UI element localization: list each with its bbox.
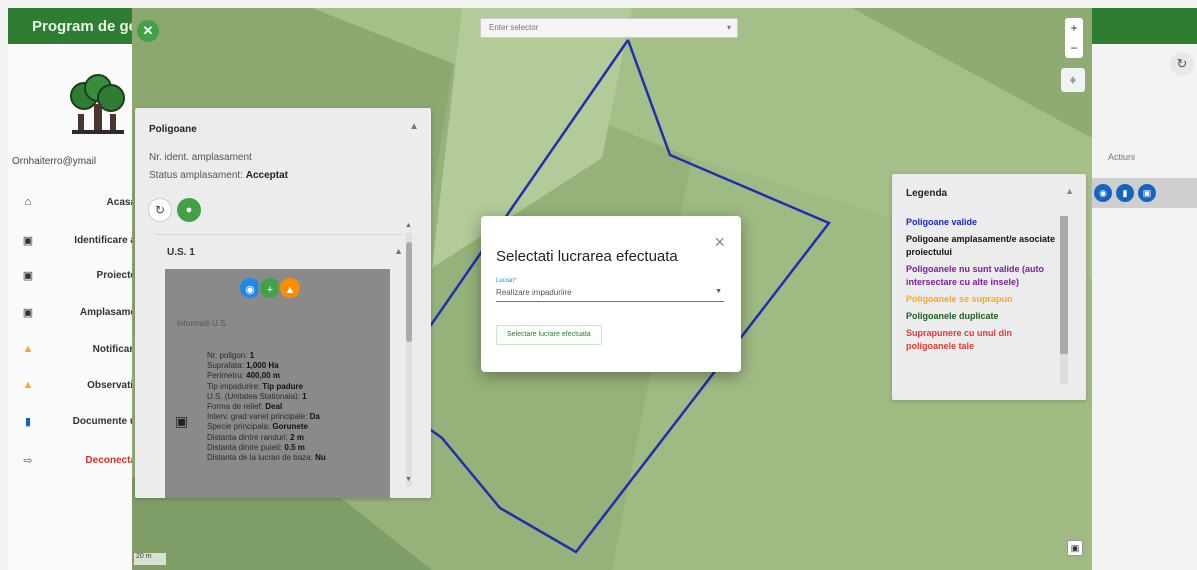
select-work-button[interactable]: Selectare lucrare efectuata — [496, 325, 602, 345]
close-icon[interactable]: × — [714, 232, 725, 253]
work-select-value: Realizare impaduriire — [496, 288, 572, 297]
dialog-title: Selectati lucrarea efectuata — [496, 248, 678, 265]
chevron-down-icon: ▼ — [715, 288, 722, 295]
work-field-label: Lucrari* — [496, 278, 517, 284]
select-work-dialog: Selectati lucrarea efectuata × Lucrari* … — [481, 216, 741, 372]
work-select[interactable]: Realizare impaduriire ▼ — [496, 286, 724, 302]
